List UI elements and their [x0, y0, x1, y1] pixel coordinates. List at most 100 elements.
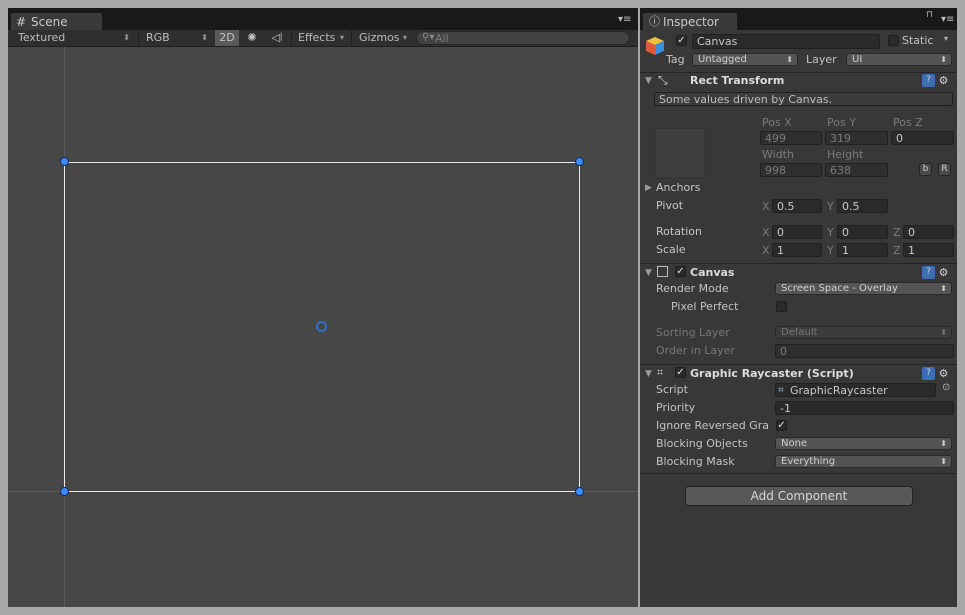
foldout-open-icon: ▼ — [645, 268, 652, 278]
order-in-layer-field: 0 — [775, 344, 954, 358]
driven-info-box: Some values driven by Canvas. — [654, 92, 953, 106]
render-mode-value: Screen Space - Overlay — [781, 283, 898, 294]
blocking-mask-select[interactable]: Everything ⬍ — [775, 455, 952, 468]
tab-scene[interactable]: # Scene — [10, 12, 103, 31]
pos-x-label: Pos X — [762, 116, 792, 129]
tab-inspector-label: Inspector — [663, 15, 719, 29]
canvas-enabled-checkbox[interactable]: ✓ — [675, 266, 686, 277]
pivot-handle[interactable] — [316, 321, 327, 332]
active-checkbox[interactable]: ✓ — [676, 35, 687, 46]
raycaster-enabled-checkbox[interactable]: ✓ — [675, 367, 686, 378]
pivot-y-axis: Y — [827, 200, 834, 213]
raw-edit-button[interactable]: R — [938, 163, 951, 176]
raycaster-component-title: Graphic Raycaster (Script) — [690, 367, 854, 380]
rect-transform-icon: ⤡ — [658, 73, 668, 87]
anchors-label[interactable]: Anchors — [656, 181, 701, 195]
toolbar-separator — [351, 30, 352, 46]
scale-y-axis: Y — [827, 244, 834, 257]
pos-z-label: Pos Z — [893, 116, 923, 129]
help-icon[interactable]: ? — [922, 266, 935, 279]
updown-arrow-icon: ⬍ — [123, 33, 130, 42]
scene-search-input[interactable]: ⚲▾ All — [416, 31, 630, 45]
script-value: GraphicRaycaster — [790, 384, 888, 397]
tag-dropdown[interactable]: Untagged ⬍ — [692, 53, 798, 66]
height-field: 638 — [825, 163, 888, 177]
sorting-layer-value: Default — [781, 327, 818, 338]
rot-y-axis: Y — [827, 226, 834, 239]
tag-value: Untagged — [698, 54, 747, 65]
static-checkbox[interactable] — [888, 35, 899, 46]
render-mode-select[interactable]: Screen Space - Overlay ⬍ — [775, 282, 952, 295]
layer-dropdown[interactable]: UI ⬍ — [846, 53, 952, 66]
static-dropdown-icon[interactable]: ▾ — [944, 34, 948, 43]
canvas-component-header[interactable]: ▼ ✓ Canvas ? ⚙ — [640, 263, 957, 281]
ignore-reversed-checkbox[interactable]: ✓ — [776, 420, 787, 431]
pixel-perfect-checkbox[interactable] — [776, 301, 787, 312]
priority-field[interactable]: -1 — [775, 401, 954, 415]
pivot-x-field[interactable]: 0.5 — [772, 199, 822, 213]
script-object-field[interactable]: ⌗ GraphicRaycaster — [775, 383, 936, 397]
inspector-body: ✓ Canvas Static ▾ Tag Untagged ⬍ Layer UI… — [640, 30, 957, 607]
blocking-mask-label: Blocking Mask — [656, 455, 735, 468]
component-divider — [640, 473, 957, 474]
draw-mode-label: Textured — [18, 31, 66, 44]
effects-dropdown[interactable]: Effects ▾ — [292, 30, 348, 46]
tag-label: Tag — [666, 53, 685, 66]
grid-icon: # — [16, 15, 27, 29]
inspector-panel-menu-icon[interactable]: ▾≡ — [941, 14, 954, 25]
scene-lighting-icon[interactable]: ✺ — [242, 30, 262, 46]
rot-x-field[interactable]: 0 — [772, 225, 822, 239]
draw-mode-dropdown[interactable]: Textured ⬍ — [12, 30, 136, 46]
scene-panel-menu-icon[interactable]: ▾≡ — [618, 14, 631, 25]
updown-arrow-icon: ⬍ — [940, 457, 947, 466]
scale-x-field[interactable]: 1 — [772, 243, 822, 257]
rect-handle-top-right[interactable] — [575, 157, 584, 166]
lock-icon[interactable]: ⊓ — [926, 10, 933, 20]
updown-arrow-icon: ⬍ — [940, 284, 947, 293]
rect-handle-bottom-left[interactable] — [60, 487, 69, 496]
scene-audio-icon[interactable]: ◁⦚ — [266, 30, 288, 46]
add-component-button[interactable]: Add Component — [685, 486, 913, 506]
scale-y-field[interactable]: 1 — [837, 243, 888, 257]
rect-handle-top-left[interactable] — [60, 157, 69, 166]
render-mode-label: RGB — [146, 31, 170, 44]
rect-transform-title: Rect Transform — [690, 74, 785, 87]
rect-handle-bottom-right[interactable] — [575, 487, 584, 496]
gizmos-dropdown[interactable]: Gizmos ▾ — [353, 30, 411, 46]
blueprint-mode-button[interactable]: b — [919, 163, 932, 176]
object-picker-icon[interactable]: ⊙ — [942, 382, 950, 393]
search-placeholder: All — [435, 32, 449, 45]
help-icon[interactable]: ? — [922, 74, 935, 87]
updown-arrow-icon: ⬍ — [201, 33, 208, 42]
foldout-closed-icon[interactable]: ▶ — [645, 181, 652, 195]
raycaster-component-header[interactable]: ▼ ⌗ ✓ Graphic Raycaster (Script) ? ⚙ — [640, 364, 957, 382]
pos-z-field[interactable]: 0 — [891, 131, 954, 145]
rotation-label: Rotation — [656, 225, 703, 238]
tab-inspector[interactable]: ⓘ Inspector — [642, 12, 738, 31]
object-name-input[interactable]: Canvas — [692, 34, 880, 49]
gear-icon[interactable]: ⚙ — [937, 367, 950, 380]
toolbar-separator — [138, 30, 139, 46]
updown-arrow-icon: ⬍ — [940, 328, 947, 337]
gear-icon[interactable]: ⚙ — [937, 266, 950, 279]
gear-icon[interactable]: ⚙ — [937, 74, 950, 87]
rect-transform-header[interactable]: ▼ ⤡ Rect Transform ? ⚙ — [640, 72, 957, 90]
rot-z-field[interactable]: 0 — [903, 225, 954, 239]
blocking-objects-value: None — [781, 438, 808, 449]
toggle-2d-button[interactable]: 2D — [215, 30, 239, 46]
layer-value: UI — [852, 54, 863, 65]
anchor-preset-button[interactable] — [655, 128, 705, 178]
pos-y-label: Pos Y — [827, 116, 856, 129]
help-icon[interactable]: ? — [922, 367, 935, 380]
blocking-objects-label: Blocking Objects — [656, 437, 748, 450]
width-label: Width — [762, 148, 794, 161]
render-mode-dropdown[interactable]: RGB ⬍ — [140, 30, 214, 46]
pivot-y-field[interactable]: 0.5 — [837, 199, 888, 213]
blocking-objects-select[interactable]: None ⬍ — [775, 437, 952, 450]
effects-label: Effects — [298, 31, 336, 44]
scale-z-field[interactable]: 1 — [903, 243, 954, 257]
rot-y-field[interactable]: 0 — [837, 225, 888, 239]
info-icon: ⓘ — [649, 15, 660, 28]
canvas-component-title: Canvas — [690, 266, 735, 279]
scene-view[interactable] — [8, 47, 638, 607]
